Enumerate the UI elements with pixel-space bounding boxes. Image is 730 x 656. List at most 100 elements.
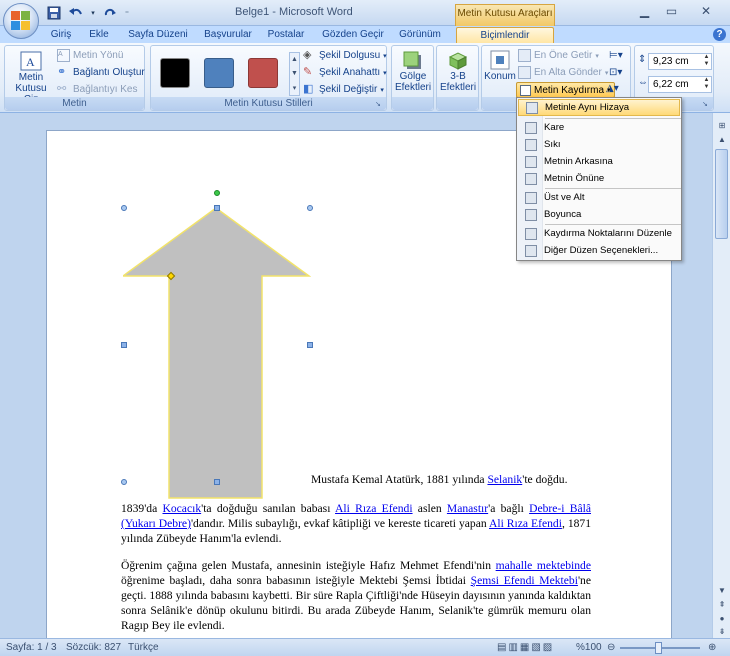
menu-item-tight[interactable]: Sıkı (518, 136, 680, 153)
3d-effects-button[interactable]: 3-B Efektleri (439, 49, 477, 93)
gallery-down-icon[interactable]: ▼ (291, 70, 298, 77)
scroll-down-icon[interactable]: ▼ (715, 584, 729, 598)
style-swatch-blue[interactable] (204, 58, 234, 88)
text-wrap-button[interactable]: Metin Kaydırma ▾ (516, 82, 615, 98)
style-swatch-red[interactable] (248, 58, 278, 88)
spin-arrows-icon[interactable]: ▲ ▼ (702, 54, 711, 69)
page-count[interactable]: Sayfa: 1 / 3 (6, 642, 57, 653)
word-count[interactable]: Sözcük: 827 (66, 642, 121, 653)
link-ali-riza[interactable]: Ali Rıza Efendi (335, 502, 413, 515)
next-page-icon[interactable]: ⇟ (715, 625, 729, 639)
context-tab-header: Metin Kutusu Araçları (455, 4, 555, 26)
resize-handle-s[interactable] (214, 479, 220, 485)
style-swatch-black[interactable] (160, 58, 190, 88)
spin-arrows-icon[interactable]: ▲ ▼ (702, 77, 711, 92)
zoom-in-icon[interactable]: ⊕ (708, 642, 716, 653)
group-metin-label: Metin (5, 97, 144, 110)
redo-icon[interactable] (100, 4, 120, 22)
paragraph-1: Mustafa Kemal Atatürk, 1881 yılında Sela… (311, 472, 611, 487)
dialog-launcher-icon[interactable]: ↘ (702, 100, 711, 109)
width-spinner[interactable]: 6,22 cm ▲ ▼ (648, 76, 712, 93)
align-icon[interactable]: ⊨▾ (609, 50, 623, 61)
para1-end: 'te doğdu. (522, 473, 568, 486)
zoom-slider-knob[interactable] (655, 642, 662, 654)
resize-handle-nw[interactable] (121, 205, 127, 211)
office-button[interactable] (3, 3, 39, 39)
tab-gorunum[interactable]: Görünüm (395, 27, 445, 43)
more-layout-icon (525, 244, 537, 257)
text-direction-button[interactable]: A Metin Yönü (57, 49, 123, 62)
position-button[interactable]: Konum (483, 49, 517, 82)
menu-item-more-layout[interactable]: Diğer Düzen Seçenekleri... (518, 242, 680, 259)
dialog-launcher-icon[interactable]: ↘ (375, 100, 384, 109)
link-ali-riza-2[interactable]: Ali Rıza Efendi (489, 517, 562, 530)
zoom-out-icon[interactable]: ⊖ (607, 642, 615, 653)
window-controls: ▁ ▭ ✕ (632, 2, 726, 20)
tab-ekle[interactable]: Ekle (82, 27, 116, 43)
language-indicator[interactable]: Türkçe (128, 642, 159, 653)
send-back-button[interactable]: En Alta Gönder ▾ (518, 66, 608, 79)
wrap-behind-icon (525, 155, 537, 168)
link-selanik[interactable]: Selanik (487, 473, 522, 486)
menu-item-in-front[interactable]: Metnin Önüne (518, 170, 680, 187)
link-kocacik[interactable]: Kocacık (162, 502, 201, 515)
tab-giris[interactable]: Giriş (43, 27, 79, 43)
undo-dropdown-icon[interactable]: ▾ (88, 4, 98, 22)
menu-item-through[interactable]: Boyunca (518, 206, 680, 223)
customize-icon[interactable]: ⁼ (122, 4, 132, 22)
gallery-up-icon[interactable]: ▲ (291, 56, 298, 63)
vertical-scrollbar[interactable]: ⊞ ▲ ▼ ⇞ ● ⇟ (712, 113, 730, 638)
close-icon[interactable]: ✕ (686, 2, 726, 20)
menu-item-inline[interactable]: Metinle Aynı Hizaya (518, 99, 680, 116)
break-link-button[interactable]: ⚯ Bağlantıyı Kes (57, 83, 137, 96)
tab-postalar[interactable]: Postalar (264, 27, 308, 43)
change-shape-button[interactable]: ◧ Şekil Değiştir ▾ (303, 83, 384, 96)
tab-sayfa-duzeni[interactable]: Sayfa Düzeni (125, 27, 191, 43)
gallery-scroll[interactable]: ▲ ▼ ▾ (289, 52, 300, 96)
menu-item-edit-wrap-points[interactable]: Kaydırma Noktalarını Düzenle (518, 225, 680, 242)
browse-object-icon[interactable]: ● (715, 612, 729, 626)
maximize-icon[interactable]: ▭ (659, 2, 684, 20)
shape-outline-button[interactable]: ✎ Şekil Anahattı ▾ (303, 66, 387, 79)
menu-item-square[interactable]: Kare (518, 119, 680, 136)
height-spinner[interactable]: 9,23 cm ▲ ▼ (648, 53, 712, 70)
tab-gozden-gecir[interactable]: Gözden Geçir (320, 27, 386, 43)
menu-item-behind-text[interactable]: Metnin Arkasına (518, 153, 680, 170)
break-link-label: Bağlantıyı Kes (73, 84, 138, 95)
bring-front-button[interactable]: En Öne Getir ▾ (518, 49, 599, 62)
menu-item-label: Metinle Aynı Hizaya (545, 102, 630, 113)
shadow-effects-button[interactable]: Gölge Efektleri (394, 49, 432, 93)
prev-page-icon[interactable]: ⇞ (715, 598, 729, 612)
resize-handle-w[interactable] (121, 342, 127, 348)
ruler-toggle-icon[interactable]: ⊞ (715, 119, 729, 133)
resize-handle-sw[interactable] (121, 479, 127, 485)
up-arrow-shape[interactable] (123, 208, 311, 502)
change-shape-label: Şekil Değiştir (319, 84, 378, 95)
para2-text: 'ta doğduğu sanılan babası (201, 502, 336, 515)
menu-item-top-bottom[interactable]: Üst ve Alt (518, 189, 680, 206)
undo-icon[interactable] (66, 4, 86, 22)
rotate-icon[interactable]: ◮▾ (606, 83, 619, 94)
text-wrap-label: Metin Kaydırma (534, 84, 605, 96)
resize-handle-e[interactable] (307, 342, 313, 348)
group-objects-icon[interactable]: ⊡▾ (609, 67, 622, 78)
save-icon[interactable] (44, 4, 64, 22)
help-icon[interactable]: ? (713, 28, 726, 41)
link-semsi-efendi[interactable]: Şemsi Efendi Mektebi (471, 574, 578, 587)
link-manastir[interactable]: Manastır (447, 502, 488, 515)
view-buttons[interactable]: ▤▥▦▧▨ (497, 642, 554, 653)
zoom-level[interactable]: %100 (576, 642, 602, 653)
tab-basvurular[interactable]: Başvurular (199, 27, 257, 43)
shape-fill-button[interactable]: ◈ Şekil Dolgusu ▾ (303, 49, 387, 62)
link-mahalle-mektebi[interactable]: mahalle mektebinde (496, 559, 591, 572)
resize-handle-n[interactable] (214, 205, 220, 211)
resize-handle-ne[interactable] (307, 205, 313, 211)
scroll-thumb[interactable] (715, 149, 728, 239)
para2-text: 'dandır. Milis subaylığı, evkaf kâtipliğ… (190, 517, 489, 530)
scroll-up-icon[interactable]: ▲ (715, 133, 729, 147)
tab-bicimlendir[interactable]: Biçimlendir (456, 27, 554, 43)
rotate-handle[interactable] (214, 190, 220, 196)
gallery-more-icon[interactable]: ▾ (293, 84, 297, 92)
create-link-button[interactable]: ⚭ Bağlantı Oluştur (57, 66, 145, 79)
minimize-icon[interactable]: ▁ (632, 2, 657, 20)
